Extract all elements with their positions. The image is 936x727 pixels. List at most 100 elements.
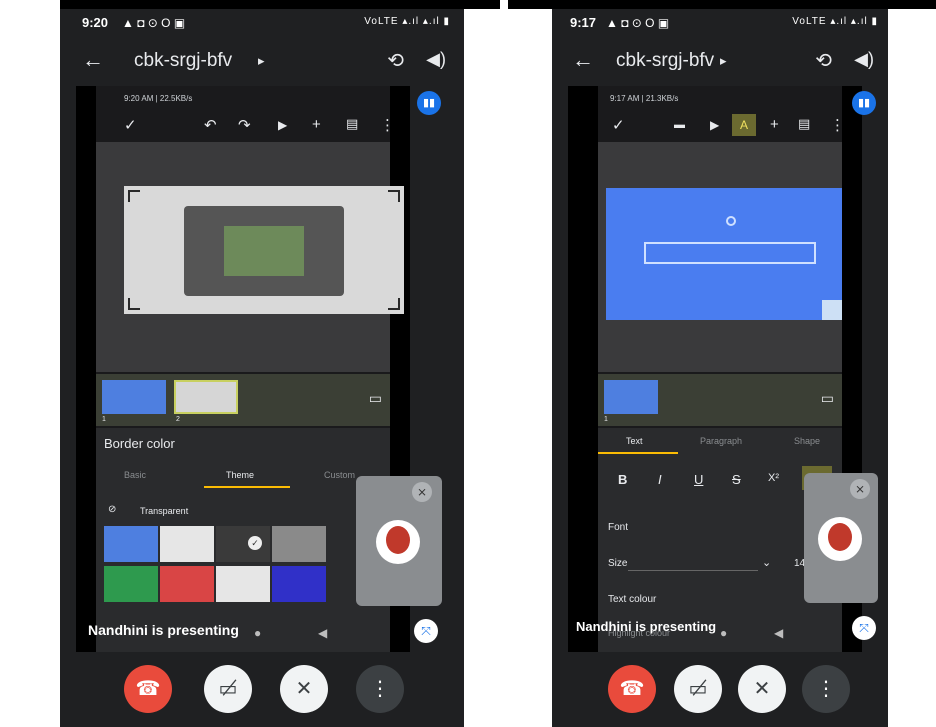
mic-off-button[interactable]: ✕ <box>280 665 328 713</box>
camera-off-button[interactable]: ▭̸ <box>204 665 252 713</box>
tab-custom[interactable]: Custom <box>324 470 355 480</box>
border-color-sheet: Border color Basic Theme Custom ⊘ Transp… <box>96 428 390 652</box>
avatar <box>376 520 420 564</box>
undo-icon[interactable]: ↶ <box>204 116 217 134</box>
activity-indicator-icon: ▮▮ <box>852 91 876 115</box>
meeting-code[interactable]: cbk-srgj-bfv <box>134 50 232 72</box>
color-swatch[interactable] <box>272 526 326 562</box>
muted-mic-icon: ⨯ <box>850 479 870 499</box>
expand-icon[interactable]: ⤧ <box>414 619 438 643</box>
tab-text[interactable]: Text <box>626 436 643 446</box>
slides-toolbar: ✓ ↶ ↷ ▶ + ▤ ⋮ <box>124 114 395 140</box>
more-icon[interactable]: ⋮ <box>830 116 845 134</box>
slide-thumbnail[interactable] <box>604 380 658 414</box>
color-swatch[interactable] <box>104 526 158 562</box>
status-time: 9:20 <box>82 15 109 30</box>
slide-canvas <box>96 142 404 372</box>
active-tab-indicator <box>204 486 290 488</box>
slide-thumbnail[interactable] <box>102 380 166 414</box>
shared-status-bar: 9:20 AM | 22.5KB/s <box>124 94 192 103</box>
color-swatch[interactable] <box>160 526 214 562</box>
switch-camera-icon[interactable]: ⟲ <box>815 48 832 73</box>
resize-handle[interactable] <box>128 190 140 202</box>
back-arrow-icon[interactable]: ← <box>82 47 104 73</box>
right-phone-screen: 9:17 ▲ ◘ ⊙ O ▣ VoLTE ▴.ıl ▴.ıl ▮ ← cbk-s… <box>552 9 888 727</box>
add-icon[interactable]: + <box>770 116 779 133</box>
color-swatch[interactable] <box>272 566 326 602</box>
tab-shape[interactable]: Shape <box>794 436 820 446</box>
slide-number: 1 <box>102 416 106 423</box>
play-icon[interactable]: ▶ <box>710 118 719 132</box>
mic-off-button[interactable]: ✕ <box>738 665 786 713</box>
end-call-button[interactable]: ☎ <box>608 665 656 713</box>
nav-home-icon: ● <box>720 626 728 640</box>
meeting-header: ← cbk-srgj-bfv ▸ ⟲ ◀) <box>60 39 464 83</box>
avatar-figure <box>386 526 410 554</box>
nav-back-icon: ◀ <box>318 626 328 640</box>
meeting-info-caret-icon[interactable]: ▸ <box>258 53 265 69</box>
format-icon[interactable]: ▬ <box>674 119 685 131</box>
transparent-icon: ⊘ <box>108 504 117 515</box>
slide-thumbnails: 1 2 ▭ <box>96 374 390 426</box>
redo-icon[interactable]: ↷ <box>238 116 251 134</box>
strikethrough-button[interactable]: S <box>732 472 741 487</box>
shared-status-time: 9:17 AM | 21.3KB/s <box>610 94 679 103</box>
text-format-icon[interactable]: A <box>732 114 756 136</box>
end-call-button[interactable]: ☎ <box>124 665 172 713</box>
signal-indicators: VoLTE ▴.ıl ▴.ıl ▮ <box>364 16 450 27</box>
letterbox-left <box>76 86 96 652</box>
color-swatch[interactable] <box>104 566 158 602</box>
rotate-handle[interactable] <box>726 216 736 226</box>
tab-paragraph[interactable]: Paragraph <box>700 436 742 446</box>
color-swatch[interactable] <box>160 566 214 602</box>
meeting-code[interactable]: cbk-srgj-bfv <box>616 50 714 72</box>
meeting-info-caret-icon[interactable]: ▸ <box>720 53 727 69</box>
camera-off-button[interactable]: ▭̸ <box>674 665 722 713</box>
self-view-tile[interactable]: ⨯ <box>804 473 878 603</box>
back-arrow-icon[interactable]: ← <box>572 47 594 73</box>
expand-icon[interactable]: ⤧ <box>852 616 876 640</box>
color-swatch[interactable] <box>216 566 270 602</box>
top-bar <box>508 0 936 9</box>
add-icon[interactable]: + <box>312 116 321 133</box>
activity-indicator-icon: ▮▮ <box>417 91 441 115</box>
slide-thumbnail[interactable] <box>174 380 238 414</box>
check-icon[interactable]: ✓ <box>612 116 625 134</box>
play-icon[interactable]: ▶ <box>278 118 287 132</box>
signal-indicators: VoLTE ▴.ıl ▴.ıl ▮ <box>792 16 878 27</box>
more-icon[interactable]: ⋮ <box>380 116 395 134</box>
check-icon[interactable]: ✓ <box>124 116 137 134</box>
avatar <box>818 517 862 561</box>
speaker-icon[interactable]: ◀) <box>854 49 874 70</box>
slide-image[interactable] <box>124 186 404 314</box>
color-swatch[interactable]: ✓ <box>216 526 270 562</box>
italic-button[interactable]: I <box>658 472 662 487</box>
underline-button[interactable]: U <box>694 472 703 487</box>
comment-icon[interactable]: ▤ <box>798 116 810 132</box>
corner-fold <box>822 300 842 320</box>
tab-basic[interactable]: Basic <box>124 470 146 480</box>
top-bar <box>60 0 500 9</box>
slide-canvas <box>598 142 842 372</box>
new-slide-icon[interactable]: ▭ <box>821 390 834 407</box>
resize-handle[interactable] <box>128 298 140 310</box>
text-colour-label[interactable]: Text colour <box>608 594 656 605</box>
switch-camera-icon[interactable]: ⟲ <box>387 48 404 73</box>
size-dropdown-icon[interactable]: ⌄ <box>762 556 771 569</box>
resize-handle[interactable] <box>388 190 400 202</box>
comment-icon[interactable]: ▤ <box>346 116 358 132</box>
more-options-button[interactable]: ⋮ <box>802 665 850 713</box>
more-options-button[interactable]: ⋮ <box>356 665 404 713</box>
font-label[interactable]: Font <box>608 522 628 533</box>
new-slide-icon[interactable]: ▭ <box>369 390 382 407</box>
bold-button[interactable]: B <box>618 472 627 487</box>
text-box[interactable] <box>644 242 816 264</box>
self-view-tile[interactable]: ⨯ <box>356 476 442 606</box>
slide-thumbnails: 1 ▭ <box>598 374 842 426</box>
transparent-option[interactable]: Transparent <box>140 506 188 516</box>
resize-handle[interactable] <box>388 298 400 310</box>
slide-image[interactable] <box>606 188 842 320</box>
superscript-button[interactable]: X² <box>768 472 779 484</box>
speaker-icon[interactable]: ◀) <box>426 49 446 70</box>
tab-theme[interactable]: Theme <box>226 470 254 480</box>
